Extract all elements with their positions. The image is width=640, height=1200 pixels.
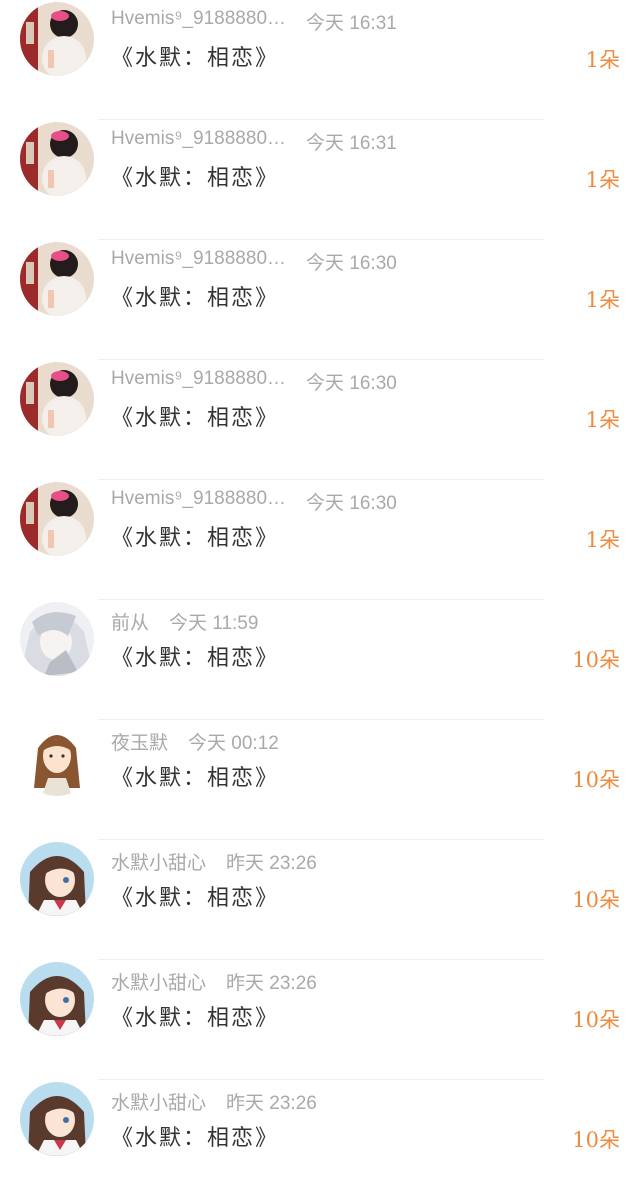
- flower-count: 1朵: [585, 528, 620, 552]
- item-meta: Hvemis⁹_9188880… 今天 16:30: [111, 248, 397, 276]
- name-ellipsis: …: [267, 248, 287, 269]
- name-ellipsis: …: [267, 488, 287, 509]
- book-title[interactable]: 《水默：相恋》: [111, 880, 279, 912]
- gift-record-list: Hvemis⁹_9188880… 今天 16:31 《水默：相恋》 1朵 Hvem…: [0, 0, 640, 1164]
- gift-time: 今天 00:12: [188, 733, 279, 754]
- name-ellipsis: …: [267, 128, 287, 149]
- avatar[interactable]: [20, 242, 94, 316]
- item-meta: 前从 今天 11:59: [111, 608, 258, 636]
- book-title[interactable]: 《水默：相恋》: [111, 400, 279, 432]
- avatar[interactable]: [20, 602, 94, 676]
- book-title[interactable]: 《水默：相恋》: [111, 640, 279, 672]
- avatar[interactable]: [20, 962, 94, 1036]
- flower-count: 1朵: [585, 408, 620, 432]
- avatar[interactable]: [20, 482, 94, 556]
- item-meta: 夜玉默 今天 00:12: [111, 728, 279, 756]
- gift-time: 昨天 23:26: [226, 853, 317, 874]
- gift-time: 今天 16:30: [306, 253, 397, 274]
- avatar[interactable]: [20, 722, 94, 796]
- sender-name[interactable]: Hvemis⁹_9188880: [111, 8, 267, 30]
- sender-name[interactable]: Hvemis⁹_9188880: [111, 368, 267, 390]
- sender-name[interactable]: 前从: [111, 608, 149, 635]
- gift-time: 今天 11:59: [169, 613, 259, 634]
- gift-time: 昨天 23:26: [226, 1093, 317, 1114]
- book-title[interactable]: 《水默：相恋》: [111, 1120, 279, 1152]
- avatar[interactable]: [20, 842, 94, 916]
- flower-count: 10朵: [572, 768, 620, 792]
- avatar[interactable]: [20, 1082, 94, 1156]
- list-item[interactable]: 水默小甜心 昨天 23:26 《水默：相恋》 10朵: [0, 960, 640, 1080]
- gift-time: 今天 16:30: [306, 373, 397, 394]
- flower-count: 1朵: [585, 288, 620, 312]
- book-title[interactable]: 《水默：相恋》: [111, 40, 279, 72]
- name-ellipsis: …: [267, 368, 287, 389]
- sender-name[interactable]: 夜玉默: [111, 728, 168, 755]
- sender-name[interactable]: Hvemis⁹_9188880: [111, 488, 267, 510]
- item-meta: Hvemis⁹_9188880… 今天 16:30: [111, 488, 397, 516]
- list-item[interactable]: Hvemis⁹_9188880… 今天 16:30 《水默：相恋》 1朵: [0, 360, 640, 480]
- flower-count: 10朵: [572, 888, 620, 912]
- gift-time: 昨天 23:26: [226, 973, 317, 994]
- list-item[interactable]: 前从 今天 11:59 《水默：相恋》 10朵: [0, 600, 640, 720]
- list-item[interactable]: Hvemis⁹_9188880… 今天 16:30 《水默：相恋》 1朵: [0, 480, 640, 600]
- item-meta: Hvemis⁹_9188880… 今天 16:31: [111, 128, 397, 156]
- sender-name[interactable]: Hvemis⁹_9188880: [111, 128, 267, 150]
- gift-time: 今天 16:30: [306, 493, 397, 514]
- list-item[interactable]: Hvemis⁹_9188880… 今天 16:31 《水默：相恋》 1朵: [0, 0, 640, 120]
- list-item[interactable]: Hvemis⁹_9188880… 今天 16:30 《水默：相恋》 1朵: [0, 240, 640, 360]
- sender-name[interactable]: 水默小甜心: [111, 968, 206, 995]
- sender-name[interactable]: 水默小甜心: [111, 848, 206, 875]
- book-title[interactable]: 《水默：相恋》: [111, 520, 279, 552]
- flower-count: 10朵: [572, 1128, 620, 1152]
- item-meta: Hvemis⁹_9188880… 今天 16:31: [111, 8, 397, 36]
- item-meta: 水默小甜心 昨天 23:26: [111, 848, 317, 876]
- sender-name[interactable]: Hvemis⁹_9188880: [111, 248, 267, 270]
- list-item[interactable]: 水默小甜心 昨天 23:26 《水默：相恋》 10朵: [0, 1080, 640, 1200]
- avatar[interactable]: [20, 2, 94, 76]
- list-item[interactable]: Hvemis⁹_9188880… 今天 16:31 《水默：相恋》 1朵: [0, 120, 640, 240]
- avatar[interactable]: [20, 122, 94, 196]
- name-ellipsis: …: [267, 8, 287, 29]
- flower-count: 1朵: [585, 168, 620, 192]
- book-title[interactable]: 《水默：相恋》: [111, 1000, 279, 1032]
- item-meta: Hvemis⁹_9188880… 今天 16:30: [111, 368, 397, 396]
- list-item[interactable]: 水默小甜心 昨天 23:26 《水默：相恋》 10朵: [0, 840, 640, 960]
- book-title[interactable]: 《水默：相恋》: [111, 760, 279, 792]
- book-title[interactable]: 《水默：相恋》: [111, 160, 279, 192]
- avatar[interactable]: [20, 362, 94, 436]
- flower-count: 1朵: [585, 48, 620, 72]
- gift-time: 今天 16:31: [306, 13, 397, 34]
- flower-count: 10朵: [572, 648, 620, 672]
- gift-time: 今天 16:31: [306, 133, 397, 154]
- item-meta: 水默小甜心 昨天 23:26: [111, 1088, 317, 1116]
- flower-count: 10朵: [572, 1008, 620, 1032]
- book-title[interactable]: 《水默：相恋》: [111, 280, 279, 312]
- sender-name[interactable]: 水默小甜心: [111, 1088, 206, 1115]
- list-item[interactable]: 夜玉默 今天 00:12 《水默：相恋》 10朵: [0, 720, 640, 840]
- item-meta: 水默小甜心 昨天 23:26: [111, 968, 317, 996]
